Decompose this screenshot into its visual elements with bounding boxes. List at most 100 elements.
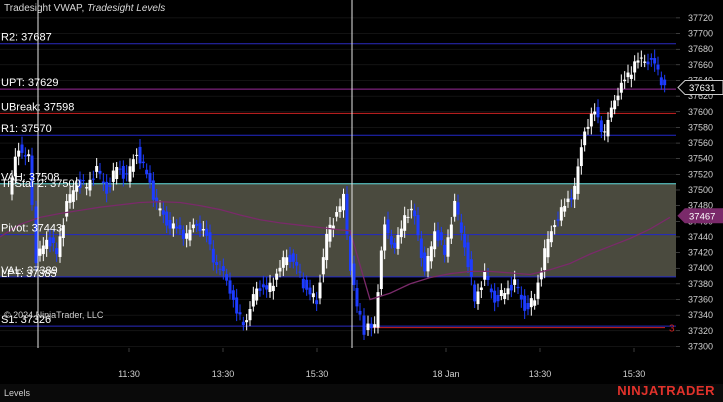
candle-body: [463, 234, 467, 248]
candle-body: [111, 170, 115, 182]
price-tick-label: 37500: [688, 185, 713, 195]
price-tick-label: 37520: [688, 169, 713, 179]
candle-body: [315, 300, 319, 305]
candle-body: [423, 252, 427, 272]
candle-body: [659, 77, 663, 86]
candle-body: [626, 72, 630, 78]
candle-body: [278, 267, 282, 272]
candle-body: [383, 224, 387, 251]
candle-body: [271, 285, 275, 292]
candle-body: [118, 168, 122, 170]
price-chart[interactable]: R2: 37687 UPT: 37629 UBreak: 37598 R1: 3757…: [0, 0, 723, 402]
candle-body: [165, 211, 169, 226]
candle-body: [516, 286, 520, 289]
candle-body: [311, 293, 315, 298]
candle-body: [526, 303, 530, 310]
price-tick-label: 37580: [688, 122, 713, 132]
candle-body: [563, 205, 567, 212]
candle-body: [115, 167, 119, 180]
candle-body: [606, 119, 610, 137]
level-label: UBreak: 37598: [1, 101, 74, 113]
candle-body: [355, 288, 359, 307]
candle-body: [409, 208, 413, 211]
candle-body: [358, 310, 362, 315]
candle-body: [34, 206, 38, 264]
level-label: UPT: 37629: [1, 77, 58, 89]
price-tick-label: 37300: [688, 341, 713, 351]
ninjatrader-logo: NINJATRADER: [617, 383, 715, 398]
time-tick-label: 13:30: [529, 369, 552, 379]
candle-body: [131, 159, 135, 172]
candle-body: [379, 250, 383, 290]
candle-body: [158, 208, 162, 211]
candle-body: [185, 233, 189, 239]
candle-body: [178, 225, 182, 230]
candle-body: [68, 194, 72, 203]
candle-body: [308, 287, 312, 295]
candle-body: [569, 197, 573, 200]
candle-body: [396, 235, 400, 249]
candle-body: [281, 257, 285, 268]
price-tick-label: 37680: [688, 44, 713, 54]
candle-body: [17, 150, 21, 157]
candle-body: [453, 200, 457, 217]
candle-body: [486, 275, 490, 281]
indicator-levels-name: Tradesight Levels: [87, 3, 166, 14]
candle-body: [51, 237, 55, 244]
candle-body: [61, 225, 65, 239]
candle-body: [479, 287, 483, 290]
candle-body: [509, 284, 513, 291]
candle-body: [95, 166, 99, 172]
candle-body: [436, 230, 440, 241]
candle-body: [523, 295, 527, 311]
candle-body: [201, 229, 205, 231]
price-tick-label: 37540: [688, 154, 713, 164]
candle-body: [553, 225, 557, 228]
price-tick-label: 37320: [688, 326, 713, 336]
candle-body: [403, 215, 407, 231]
candle-body: [656, 64, 660, 70]
candle-body: [653, 58, 657, 64]
candle-body: [596, 107, 600, 118]
candle-body: [406, 216, 410, 218]
price-tick-label: 37600: [688, 107, 713, 117]
candle-body: [506, 288, 510, 295]
candle-body: [643, 61, 647, 63]
candle-body: [593, 111, 597, 115]
candle-body: [386, 219, 390, 234]
time-tick-label: 15:30: [623, 369, 646, 379]
vwap-badge-text: 37467: [689, 211, 715, 222]
candle-body: [429, 246, 433, 262]
candle-body: [145, 169, 149, 175]
candle-body: [433, 231, 437, 250]
candle-body: [566, 198, 570, 203]
candle-body: [268, 282, 272, 293]
candle-body: [466, 242, 470, 268]
candle-body: [459, 222, 463, 233]
candle-body: [88, 179, 92, 191]
level-label: Tr-Star 2: 37500: [1, 178, 81, 190]
candle-body: [188, 229, 192, 241]
candle-body: [589, 113, 593, 127]
chart-header: Tradesight VWAP, Tradesight Levels: [4, 3, 165, 14]
level-label: R2: 37687: [1, 32, 52, 44]
level-label: R1: 37570: [1, 123, 52, 135]
candle-body: [125, 173, 129, 175]
candle-body: [649, 58, 653, 60]
indicator-vwap-name: Tradesight VWAP: [4, 3, 82, 14]
candle-body: [101, 181, 105, 184]
candle-body: [205, 228, 209, 236]
candle-body: [446, 237, 450, 257]
candle-body: [198, 223, 202, 232]
candle-body: [81, 180, 85, 182]
candle-body: [275, 273, 279, 280]
candle-body: [325, 233, 329, 261]
tab-levels[interactable]: Levels: [4, 388, 30, 398]
time-tick-label: 11:30: [118, 369, 140, 379]
time-tick-label: 13:30: [212, 369, 235, 379]
candle-body: [58, 236, 62, 257]
candle-body: [135, 154, 139, 156]
candle-body: [305, 279, 309, 290]
candle-body: [71, 190, 75, 202]
candle-body: [208, 232, 212, 245]
